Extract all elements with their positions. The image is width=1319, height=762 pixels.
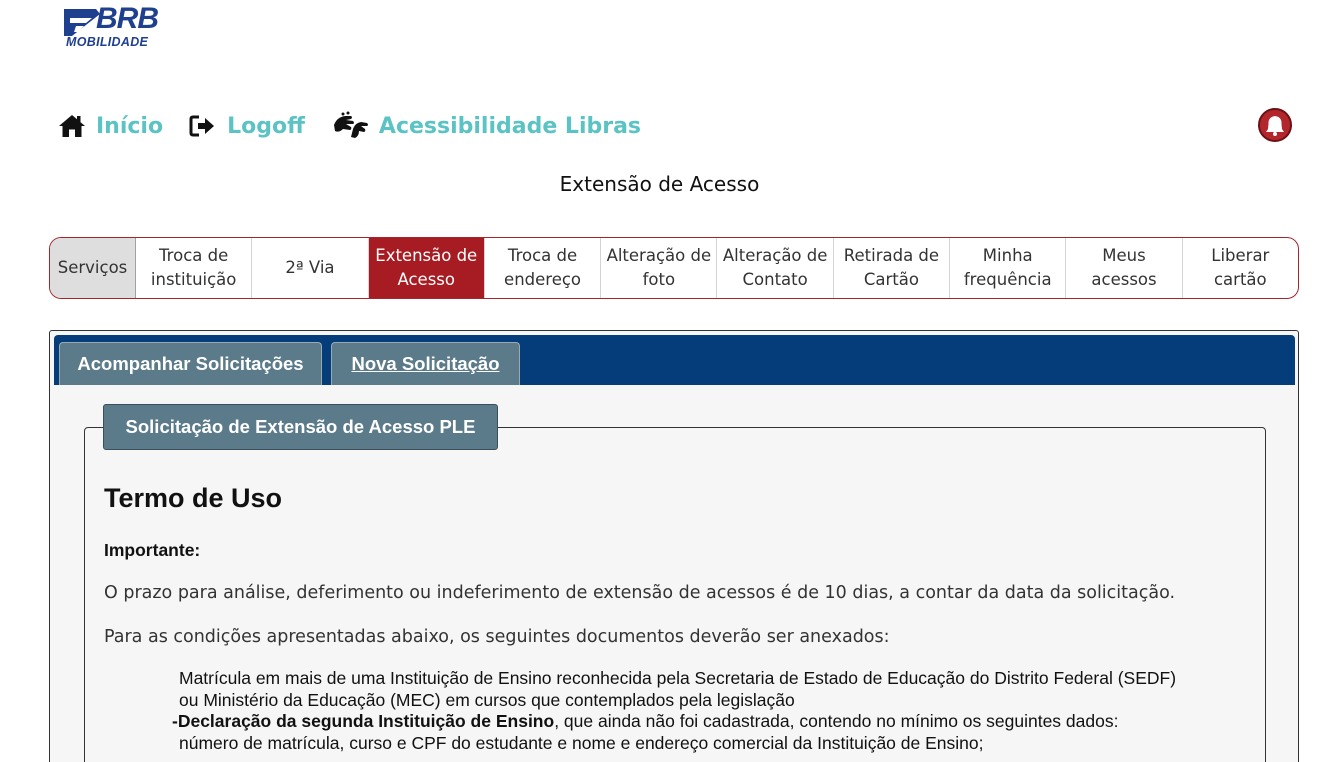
service-label-line1: Troca de <box>159 246 229 265</box>
list-item-text: , que ainda não foi cadastrada, contendo… <box>554 711 1119 731</box>
service-label-line1: Extensão de <box>375 246 478 265</box>
service-label-line1: Troca de <box>507 246 578 265</box>
service-troca-endereco[interactable]: Troca de endereço <box>485 238 602 298</box>
service-troca-instituicao[interactable]: Troca de instituição <box>136 238 253 298</box>
service-liberar-cartao[interactable]: Liberar cartão <box>1183 238 1298 298</box>
service-label-line1: Meus <box>1102 246 1146 265</box>
service-label-line1: Alteração de <box>722 246 828 265</box>
service-label: 2ª Via <box>285 258 335 277</box>
service-label-line2: Cartão <box>863 270 919 289</box>
list-item-text: Matrícula em mais de uma Instituição de … <box>179 668 1177 688</box>
list-item-bold: -Declaração da segunda Instituição de En… <box>172 711 555 731</box>
service-alteracao-contato[interactable]: Alteração de Contato <box>717 238 834 298</box>
service-alteracao-foto[interactable]: Alteração de foto <box>601 238 718 298</box>
service-label-line1: Retirada de <box>843 246 940 265</box>
tab-acompanhar-solicitacoes[interactable]: Acompanhar Solicitações <box>59 342 322 385</box>
list-item: -Declaração da segunda Instituição de En… <box>172 711 1176 754</box>
fieldset-legend: Solicitação de Extensão de Acesso PLE <box>103 404 498 450</box>
service-meus-acessos[interactable]: Meus acessos <box>1066 238 1183 298</box>
list-item-text: número de matrícula, curso e CPF do estu… <box>179 732 984 753</box>
logo-subtitle: MOBILIDADE <box>66 35 149 49</box>
terms-heading: Termo de Uso <box>104 483 283 513</box>
service-minha-frequencia[interactable]: Minha frequência <box>950 238 1067 298</box>
list-item-text: ou Ministério da Educação (MEC) em curso… <box>179 689 795 710</box>
logo-brand-text: BRB <box>96 2 159 35</box>
service-label-line2: instituição <box>150 270 237 289</box>
deadline-paragraph: O prazo para análise, deferimento ou ind… <box>104 583 1176 603</box>
documents-list: Matrícula em mais de uma Instituição de … <box>172 668 1176 754</box>
service-servicos[interactable]: Serviços <box>50 238 136 298</box>
service-label-line2: foto <box>642 270 676 289</box>
nav-logoff-label: Logoff <box>227 113 305 139</box>
notification-button[interactable] <box>1258 108 1292 142</box>
nav-logoff-link[interactable]: Logoff <box>189 112 305 140</box>
bell-icon <box>1266 116 1284 136</box>
service-label-line2: endereço <box>504 270 582 289</box>
service-label: Serviços <box>57 258 128 277</box>
top-navigation: Início Logoff Acessibilidade Libras <box>58 108 667 144</box>
documents-paragraph: Para as condições apresentadas abaixo, o… <box>104 627 890 647</box>
home-icon <box>58 112 88 140</box>
service-label-line2: Contato <box>742 270 808 289</box>
sign-language-icon <box>331 111 371 140</box>
service-label-line2: cartão <box>1213 270 1267 289</box>
tab-nova-solicitacao[interactable]: Nova Solicitação <box>331 342 520 385</box>
services-menu: Serviços Troca de instituição 2ª Via Exte… <box>49 237 1299 299</box>
important-label: Importante: <box>104 540 201 560</box>
brb-logo[interactable]: BRB MOBILIDADE <box>62 2 172 52</box>
nav-libras-label: Acessibilidade Libras <box>378 113 642 139</box>
service-label-line1: Liberar <box>1211 246 1270 265</box>
main-panel: Acompanhar Solicitações Nova Solicitação… <box>49 330 1299 762</box>
service-label-line2: Acesso <box>397 270 455 289</box>
service-label-line2: acessos <box>1091 270 1157 289</box>
nav-inicio-label: Início <box>96 113 164 139</box>
request-tabbar: Acompanhar Solicitações Nova Solicitação <box>54 335 1295 385</box>
page-title: Extensão de Acesso <box>559 172 760 196</box>
service-segunda-via[interactable]: 2ª Via <box>252 238 369 298</box>
list-item: Matrícula em mais de uma Instituição de … <box>172 668 1176 711</box>
nav-libras-link[interactable]: Acessibilidade Libras <box>331 111 642 140</box>
service-label-line2: frequência <box>963 270 1052 289</box>
nav-inicio-link[interactable]: Início <box>58 112 163 140</box>
logoff-icon <box>189 112 219 140</box>
service-extensao-acesso[interactable]: Extensão de Acesso <box>368 238 485 298</box>
service-label-line1: Minha <box>982 246 1033 265</box>
service-retirada-cartao[interactable]: Retirada de Cartão <box>834 238 951 298</box>
service-label-line1: Alteração de <box>606 246 712 265</box>
